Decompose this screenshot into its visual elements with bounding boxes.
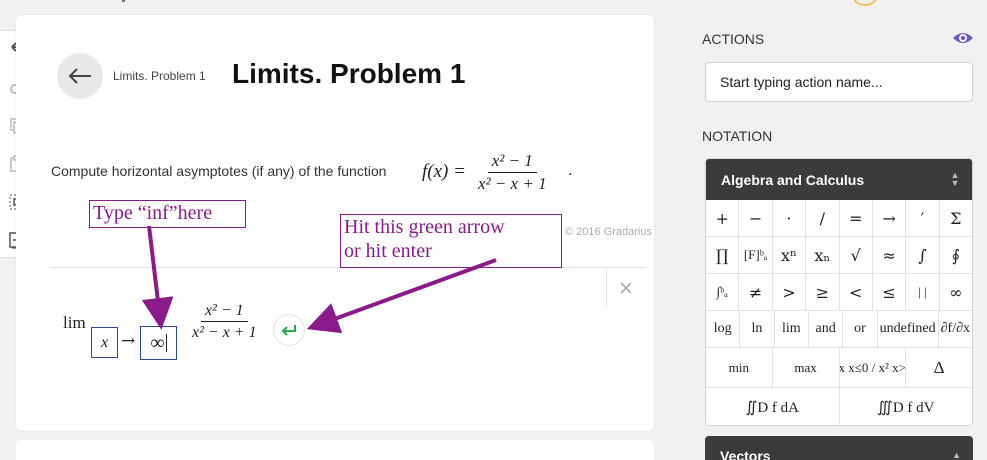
vectors-palette-header[interactable]: Vectors ▲ [705, 436, 973, 460]
function-numerator: x² − 1 [487, 150, 537, 173]
eye-icon[interactable] [952, 30, 974, 46]
symbol-min[interactable]: min [706, 348, 773, 387]
symbol-divide[interactable]: / [806, 200, 840, 236]
limit-arrow: → [121, 331, 136, 351]
statement-period: . [568, 163, 573, 179]
top-dot [122, 0, 125, 2]
next-card [16, 440, 654, 460]
symbol-partial[interactable]: ∂f/∂x [939, 311, 972, 347]
symbol-piecewise[interactable]: {x x≤0 / x² x>0 [840, 348, 907, 387]
limit-target-box[interactable]: ∞ [140, 326, 177, 360]
symbol-or[interactable]: or [843, 311, 878, 347]
problem-statement: Compute horizontal asymptotes (if any) o… [51, 163, 387, 179]
symbol-integral[interactable]: ∫ [906, 237, 940, 273]
symbol-dot[interactable]: · [773, 200, 807, 236]
copyright: © 2016 Gradarius [565, 226, 652, 238]
lim-label: lim [63, 313, 86, 332]
symbol-equals[interactable]: = [840, 200, 873, 236]
updown-icon[interactable]: ▲ ▼ [950, 171, 960, 188]
symbol-prime[interactable]: ′ [906, 200, 940, 236]
palette-row: ∬D f dA ∭D f dV [706, 388, 973, 425]
back-button[interactable] [57, 53, 103, 99]
palette-row: + − · / = → ′ Σ [706, 200, 972, 237]
symbol-undefined[interactable]: undefined [878, 311, 939, 347]
symbol-not-equal[interactable]: ≠ [739, 274, 773, 310]
updown-icon[interactable]: ▲ [952, 450, 961, 460]
symbol-max[interactable]: max [773, 348, 840, 387]
symbol-sqrt[interactable]: √ [840, 237, 873, 273]
answer-numerator: x² − 1 [200, 300, 248, 322]
symbol-arrow[interactable]: → [873, 200, 907, 236]
symbol-log[interactable]: log [706, 311, 741, 347]
symbol-product[interactable]: ∏ [706, 237, 740, 273]
symbol-triple-integral[interactable]: ∭D f dV [840, 388, 973, 425]
symbol-approx[interactable]: ≈ [873, 237, 907, 273]
symbol-subscript[interactable]: xₙ [806, 237, 840, 273]
annotation-hit-enter: Hit this green arrow or hit enter [340, 214, 562, 268]
symbol-definite-integral[interactable]: ∫ᵇₐ [706, 274, 740, 310]
text-cursor [165, 334, 167, 352]
page-title: Limits. Problem 1 [232, 58, 466, 89]
limit-variable: x [100, 333, 109, 351]
palette-row: min max {x x≤0 / x² x>0 Δ [706, 348, 972, 388]
symbol-delta[interactable]: Δ [906, 348, 972, 387]
symbol-minus[interactable]: − [739, 200, 773, 236]
actions-label: ACTIONS [702, 31, 765, 47]
symbol-greater-equal[interactable]: ≥ [806, 274, 840, 310]
symbol-power[interactable]: xⁿ [773, 237, 807, 273]
answer-denominator: x² − x + 1 [192, 324, 257, 341]
symbol-evaluate[interactable]: [F]ᵇₐ [739, 237, 773, 273]
action-search-input[interactable]: Start typing action name... [705, 62, 973, 102]
symbol-less[interactable]: < [840, 274, 873, 310]
palette-title: Algebra and Calculus [721, 171, 865, 188]
function-lhs: f(x) = [422, 161, 466, 182]
symbol-and[interactable]: and [809, 311, 844, 347]
symbol-lim[interactable]: lim [775, 311, 809, 347]
function-fraction: x² − 1 x² − x + 1 [474, 150, 551, 195]
palette-header[interactable]: Algebra and Calculus ▲ ▼ [706, 159, 972, 200]
symbol-sum[interactable]: Σ [940, 200, 972, 236]
answer-fraction[interactable]: x² − 1 x² − x + 1 [188, 300, 261, 343]
symbol-greater[interactable]: > [773, 274, 807, 310]
limit-variable-box[interactable]: x [91, 327, 118, 358]
submit-button[interactable] [273, 314, 305, 346]
vertical-separator [606, 268, 607, 308]
vectors-palette-title: Vectors [720, 448, 771, 460]
avatar[interactable] [852, 0, 878, 6]
breadcrumb[interactable]: Limits. Problem 1 [113, 69, 206, 83]
palette-row: log ln lim and or undefined ∂f/∂x [706, 311, 972, 348]
symbol-contour-integral[interactable]: ∮ [940, 237, 972, 273]
function-definition: f(x) = x² − 1 x² − x + 1 [422, 148, 551, 196]
symbol-plus[interactable]: + [706, 200, 740, 236]
symbol-less-equal[interactable]: ≤ [873, 274, 907, 310]
close-icon[interactable] [616, 278, 636, 298]
palette-row: ∏ [F]ᵇₐ xⁿ xₙ √ ≈ ∫ ∮ [706, 237, 972, 274]
symbol-abs[interactable]: | | [906, 274, 940, 310]
symbol-ln[interactable]: ln [740, 311, 775, 347]
notation-label: NOTATION [702, 128, 773, 144]
palette-row: ∫ᵇₐ ≠ > ≥ < ≤ | | ∞ [706, 274, 972, 311]
back-arrow-icon [68, 68, 91, 84]
symbol-infinity[interactable]: ∞ [940, 274, 972, 310]
symbol-double-integral[interactable]: ∬D f dA [706, 388, 840, 425]
notation-palette: Algebra and Calculus ▲ ▼ + − · / = → ′ Σ … [705, 158, 973, 426]
annotation-type-inf: Type “inf”here [89, 200, 246, 228]
top-strip [0, 0, 987, 8]
function-denominator: x² − x + 1 [477, 173, 547, 193]
limit-target: ∞ [150, 331, 165, 354]
enter-arrow-icon [281, 325, 296, 336]
